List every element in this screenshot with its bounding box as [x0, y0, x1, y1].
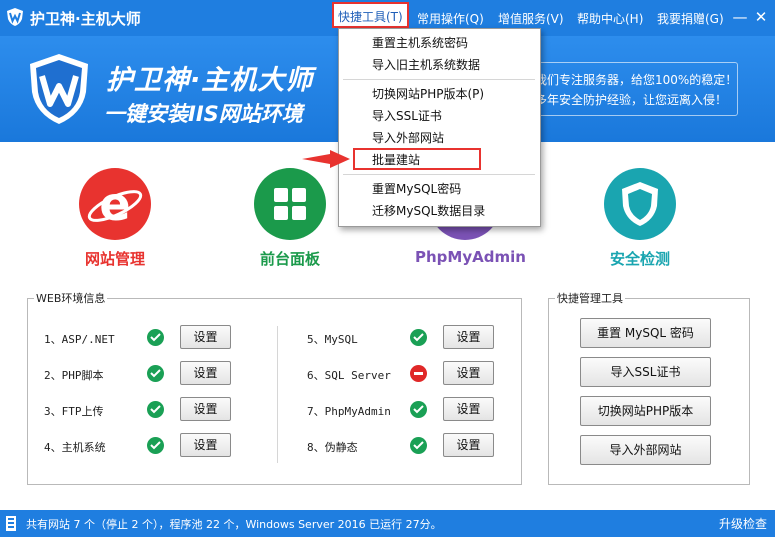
- env-item-label: 7、PhpMyAdmin: [307, 405, 391, 418]
- env-item-label: 1、ASP/.NET: [44, 333, 115, 346]
- close-button[interactable]: ✕: [753, 9, 769, 25]
- menu-common-ops[interactable]: 常用操作(Q): [417, 8, 484, 30]
- minimize-button[interactable]: —: [732, 9, 748, 25]
- feature-label: PhpMyAdmin: [415, 248, 526, 266]
- settings-button-ftp[interactable]: 设置: [180, 397, 231, 421]
- import-ssl-button[interactable]: 导入SSL证书: [580, 357, 711, 387]
- menu-donate[interactable]: 我要捐赠(G): [657, 8, 724, 30]
- env-item-label: 4、主机系统: [44, 441, 106, 454]
- check-icon: [147, 365, 164, 382]
- quick-tools-dropdown: 重置主机系统密码 导入旧主机系统数据 切换网站PHP版本(P) 导入SSL证书 …: [338, 28, 541, 227]
- menu-quick-tools[interactable]: 快捷工具(T): [332, 2, 409, 28]
- feature-site-management[interactable]: e 网站管理: [65, 168, 165, 269]
- status-bar: 共有网站 7 个（停止 2 个），程序池 22 个，Windows Server…: [0, 510, 775, 537]
- feature-label: 前台面板: [259, 250, 320, 268]
- menu-item-import-ssl[interactable]: 导入SSL证书: [372, 106, 442, 126]
- svg-text:e: e: [99, 177, 130, 231]
- stop-icon: [410, 365, 427, 382]
- pointer-arrow-icon: [302, 150, 350, 168]
- slogan-box: 我们专注服务器，给您100%的稳定！ 多年安全防护经验，让您远离入侵！: [520, 62, 738, 116]
- settings-button-sqlserver[interactable]: 设置: [443, 361, 494, 385]
- settings-button-phpmyadmin[interactable]: 设置: [443, 397, 494, 421]
- reset-mysql-password-button[interactable]: 重置 MySQL 密码: [580, 318, 711, 348]
- menu-help[interactable]: 帮助中心(H): [577, 8, 643, 30]
- upgrade-check-link[interactable]: 升级检查: [719, 515, 767, 532]
- slogan-line-2: 多年安全防护经验，让您远离入侵！: [535, 93, 728, 107]
- menu-item-reset-system-password[interactable]: 重置主机系统密码: [372, 33, 468, 53]
- env-divider: [277, 326, 278, 463]
- grid-icon: [254, 168, 326, 240]
- menu-separator: [343, 174, 535, 175]
- import-external-site-button[interactable]: 导入外部网站: [580, 435, 711, 465]
- env-item-label: 3、FTP上传: [44, 405, 104, 418]
- check-icon: [410, 437, 427, 454]
- env-item-label: 5、MySQL: [307, 333, 358, 346]
- banner-subtitle: 一键安装IIS网站环境: [104, 102, 303, 126]
- app-logo-icon: [7, 8, 23, 26]
- settings-button-php[interactable]: 设置: [180, 361, 231, 385]
- menu-item-switch-php[interactable]: 切换网站PHP版本(P): [372, 84, 484, 104]
- settings-button-mysql[interactable]: 设置: [443, 325, 494, 349]
- quick-tools-title: 快捷管理工具: [555, 290, 625, 306]
- env-item-label: 2、PHP脚本: [44, 369, 104, 382]
- feature-security-check[interactable]: 安全检测: [590, 168, 690, 269]
- shield-logo-icon: [30, 54, 88, 124]
- env-item-label: 6、SQL Server: [307, 369, 391, 382]
- check-icon: [410, 329, 427, 346]
- settings-button-system[interactable]: 设置: [180, 433, 231, 457]
- status-text: 共有网站 7 个（停止 2 个），程序池 22 个，Windows Server…: [26, 518, 442, 531]
- web-env-title: WEB环境信息: [34, 290, 108, 306]
- app-title: 护卫神·主机大师: [30, 10, 141, 28]
- banner-title: 护卫神·主机大师: [106, 65, 314, 96]
- settings-button-rewrite[interactable]: 设置: [443, 433, 494, 457]
- slogan-line-1: 我们专注服务器，给您100%的稳定！: [535, 73, 738, 87]
- feature-panel[interactable]: 前台面板: [240, 168, 340, 269]
- ie-icon: e: [79, 168, 151, 240]
- settings-button-asp[interactable]: 设置: [180, 325, 231, 349]
- env-item-label: 8、伪静态: [307, 441, 358, 454]
- check-icon: [147, 437, 164, 454]
- menu-separator: [343, 79, 535, 80]
- menu-item-reset-mysql-password[interactable]: 重置MySQL密码: [372, 179, 461, 199]
- highlight-box: [353, 148, 481, 170]
- menu-value-added[interactable]: 增值服务(V): [498, 8, 564, 30]
- check-icon: [147, 401, 164, 418]
- menu-item-migrate-mysql-data[interactable]: 迁移MySQL数据目录: [372, 201, 485, 221]
- check-icon: [410, 401, 427, 418]
- feature-label: 安全检测: [609, 250, 670, 268]
- switch-php-version-button[interactable]: 切换网站PHP版本: [580, 396, 711, 426]
- shield-icon: [604, 168, 676, 240]
- menu-item-import-old-data[interactable]: 导入旧主机系统数据: [372, 55, 480, 75]
- check-icon: [147, 329, 164, 346]
- menu-item-import-external-site[interactable]: 导入外部网站: [372, 128, 444, 148]
- server-icon: [6, 516, 16, 531]
- feature-label: 网站管理: [84, 250, 145, 268]
